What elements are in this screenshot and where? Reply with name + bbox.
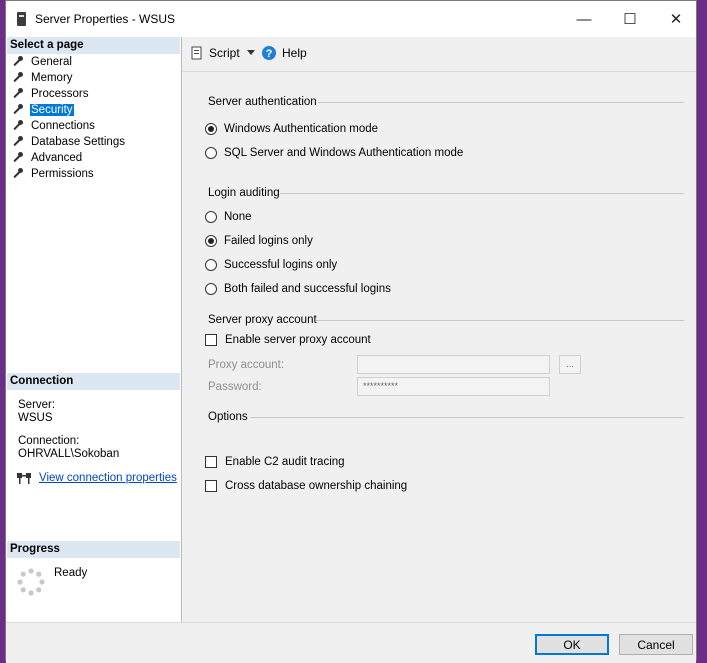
nav-label: Security xyxy=(30,104,74,116)
checkbox-indicator xyxy=(205,334,217,346)
title-bar: Server Properties - WSUS — ☐ ✕ xyxy=(6,1,696,37)
view-connection-link[interactable]: View connection properties xyxy=(39,472,177,484)
server-label: Server: xyxy=(18,399,56,411)
c2-audit-checkbox[interactable]: Enable C2 audit tracing xyxy=(205,456,345,468)
password-input[interactable]: ********** xyxy=(357,377,550,396)
nav-label: Permissions xyxy=(31,168,94,180)
progress-header: Progress xyxy=(7,541,180,558)
proxy-account-input[interactable] xyxy=(357,355,550,374)
minimize-button[interactable]: — xyxy=(561,1,607,37)
enable-proxy-checkbox[interactable]: Enable server proxy account xyxy=(205,334,371,346)
view-connection-row: View connection properties xyxy=(16,471,177,485)
server-properties-window: Server Properties - WSUS — ☐ ✕ Select a … xyxy=(5,0,697,663)
nav-label: General xyxy=(31,56,72,68)
checkbox-label: Cross database ownership chaining xyxy=(225,480,408,492)
wrench-icon xyxy=(11,87,24,101)
nav-item-advanced[interactable]: Advanced xyxy=(11,150,126,166)
checkbox-indicator xyxy=(205,480,217,492)
login-auditing-title: Login auditing xyxy=(208,187,280,199)
proxy-account-label: Proxy account: xyxy=(208,359,285,371)
wrench-icon xyxy=(11,167,24,181)
script-dropdown-button[interactable] xyxy=(247,50,255,55)
server-auth-title: Server authentication xyxy=(208,96,317,108)
page-nav: General Memory Processors Security Conne… xyxy=(11,54,126,182)
server-icon xyxy=(17,12,26,26)
script-icon xyxy=(191,46,202,60)
radio-label: SQL Server and Windows Authentication mo… xyxy=(224,147,464,159)
divider xyxy=(280,193,684,194)
divider xyxy=(316,320,684,321)
nav-item-processors[interactable]: Processors xyxy=(11,86,126,102)
connection-label: Connection: xyxy=(18,435,80,447)
radio-indicator xyxy=(205,147,217,159)
wrench-icon xyxy=(11,135,24,149)
svg-text:?: ? xyxy=(266,48,273,60)
radio-indicator xyxy=(205,235,217,247)
password-label: Password: xyxy=(208,381,262,393)
ok-button[interactable]: OK xyxy=(535,634,609,655)
radio-indicator xyxy=(205,211,217,223)
main-pane: Script ? Help Server authentication Wind… xyxy=(182,37,696,622)
nav-item-database-settings[interactable]: Database Settings xyxy=(11,134,126,150)
browse-proxy-button[interactable]: ... xyxy=(559,355,581,374)
checkbox-label: Enable server proxy account xyxy=(225,334,371,346)
wrench-icon xyxy=(11,151,24,165)
toolbar: Script ? Help xyxy=(182,37,696,72)
wrench-icon xyxy=(11,55,24,69)
chevron-down-icon xyxy=(247,50,255,55)
wrench-icon xyxy=(11,103,24,117)
button-bar: OK Cancel xyxy=(6,622,696,663)
radio-label: Successful logins only xyxy=(224,259,338,271)
wrench-icon xyxy=(11,119,24,133)
radio-label: Both failed and successful logins xyxy=(224,283,391,295)
sql-windows-auth-radio[interactable]: SQL Server and Windows Authentication mo… xyxy=(205,147,463,159)
audit-both-radio[interactable]: Both failed and successful logins xyxy=(205,283,391,295)
window-title: Server Properties - WSUS xyxy=(35,12,176,26)
nav-label: Processors xyxy=(31,88,89,100)
nav-item-memory[interactable]: Memory xyxy=(11,70,126,86)
left-pane: Select a page General Memory Processors … xyxy=(6,37,182,622)
nav-item-general[interactable]: General xyxy=(11,54,126,70)
nav-label: Advanced xyxy=(31,152,83,164)
checkbox-label: Enable C2 audit tracing xyxy=(225,456,345,468)
nav-item-security[interactable]: Security xyxy=(11,102,126,118)
close-button[interactable]: ✕ xyxy=(653,1,699,37)
audit-successful-radio[interactable]: Successful logins only xyxy=(205,259,337,271)
windows-auth-radio[interactable]: Windows Authentication mode xyxy=(205,123,378,135)
maximize-button[interactable]: ☐ xyxy=(607,1,653,37)
help-label: Help xyxy=(282,46,307,60)
radio-indicator xyxy=(205,123,217,135)
radio-indicator xyxy=(205,259,217,271)
wrench-icon xyxy=(11,71,24,85)
script-label: Script xyxy=(209,46,240,60)
connection-value: OHRVALL\Sokoban xyxy=(18,448,120,460)
progress-status: Ready xyxy=(54,567,88,579)
plug-icon xyxy=(17,473,31,484)
help-icon: ? xyxy=(262,46,276,60)
cancel-button[interactable]: Cancel xyxy=(619,634,693,655)
progress-spinner-icon xyxy=(17,568,45,596)
radio-label: Failed logins only xyxy=(224,235,313,247)
connection-header: Connection xyxy=(7,373,180,390)
nav-label: Memory xyxy=(31,72,73,84)
audit-none-radio[interactable]: None xyxy=(205,211,252,223)
select-page-header: Select a page xyxy=(7,37,180,54)
nav-label: Database Settings xyxy=(31,136,125,148)
help-button[interactable]: ? Help xyxy=(262,46,307,60)
divider xyxy=(318,102,684,103)
divider xyxy=(250,417,684,418)
radio-label: None xyxy=(224,211,252,223)
options-title: Options xyxy=(208,411,248,423)
server-value: WSUS xyxy=(18,412,53,424)
checkbox-indicator xyxy=(205,456,217,468)
proxy-title: Server proxy account xyxy=(208,314,317,326)
radio-indicator xyxy=(205,283,217,295)
script-button[interactable]: Script xyxy=(191,46,240,60)
nav-item-connections[interactable]: Connections xyxy=(11,118,126,134)
nav-item-permissions[interactable]: Permissions xyxy=(11,166,126,182)
radio-label: Windows Authentication mode xyxy=(224,123,379,135)
cross-db-chaining-checkbox[interactable]: Cross database ownership chaining xyxy=(205,480,407,492)
nav-label: Connections xyxy=(31,120,95,132)
audit-failed-radio[interactable]: Failed logins only xyxy=(205,235,313,247)
